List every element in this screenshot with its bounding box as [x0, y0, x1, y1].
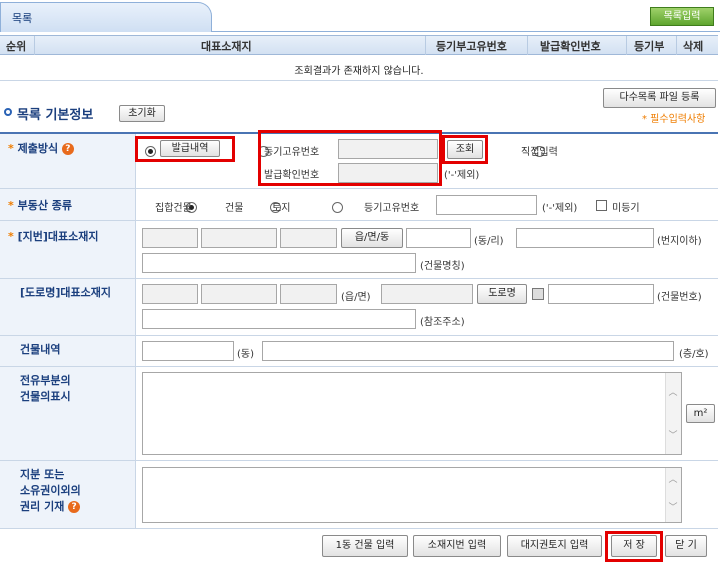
- square-meter-button[interactable]: m²: [686, 404, 715, 423]
- share-textarea[interactable]: [142, 467, 682, 523]
- scroll-down-icon[interactable]: ﹀: [665, 428, 681, 442]
- land-label: 토지: [272, 203, 291, 214]
- col-sep: [626, 36, 627, 55]
- reg-no-input[interactable]: [338, 139, 438, 159]
- help-icon[interactable]: ?: [68, 501, 81, 513]
- property-type-label: * 부동산 종류: [8, 199, 73, 212]
- issue-history-button[interactable]: 발급내역: [160, 140, 220, 157]
- required-note: * 필수입력사항: [642, 114, 706, 125]
- type-reg-no-label: 등기고유번호: [364, 203, 420, 214]
- reg-no-label: 등기고유번호: [264, 147, 320, 158]
- section-bullet-icon: [4, 108, 12, 116]
- lot-dongri-input[interactable]: [406, 228, 471, 248]
- road-sido-input[interactable]: [142, 284, 198, 304]
- issue-no-label: 발급확인번호: [264, 170, 320, 181]
- direct-input-label: 직접입력: [521, 147, 558, 158]
- close-button[interactable]: 닫 기: [665, 535, 707, 557]
- row-divider: [0, 278, 718, 279]
- row-divider: [0, 460, 718, 461]
- building-detail-label: 건물내역: [20, 343, 61, 356]
- scroll-up-icon[interactable]: ︿: [665, 472, 681, 486]
- bldgno-suffix: (건물번호): [657, 292, 702, 303]
- building-name-suffix: (건물명칭): [420, 261, 465, 272]
- road-name-button[interactable]: 도로명: [477, 284, 527, 304]
- lot-address-label: * [지번]대표소재지: [8, 230, 99, 243]
- col-reg-no: 등기부고유번호: [436, 40, 507, 53]
- dash-note: ('-'제외): [444, 170, 480, 181]
- empty-message: 조회결과가 존재하지 않습니다.: [294, 66, 424, 77]
- type-reg-no-input[interactable]: [436, 195, 537, 215]
- building-label: 건물: [225, 203, 244, 214]
- scroll-down-icon[interactable]: ﹀: [665, 500, 681, 514]
- lot-number-input[interactable]: [516, 228, 654, 248]
- col-rank: 순위: [6, 40, 27, 53]
- unregistered-label: 미등기: [612, 203, 640, 214]
- building-input-button[interactable]: 1동 건물 입력: [322, 535, 408, 557]
- share-label: 지분 또는 소유권이외의 권리 기재 ?: [20, 468, 81, 513]
- row-divider: [0, 366, 718, 367]
- radio-issue[interactable]: [145, 145, 156, 157]
- road-eup-input[interactable]: [280, 284, 337, 304]
- building-name-input[interactable]: [142, 253, 416, 273]
- road-address-label: [도로명]대표소재지: [20, 286, 112, 299]
- checkbox-icon[interactable]: [596, 200, 607, 211]
- tab-divider: [211, 31, 720, 32]
- reset-button[interactable]: 초기화: [119, 105, 165, 122]
- tab-list-label: 목록: [12, 12, 33, 25]
- type-dash-note: ('-'제외): [542, 203, 578, 214]
- building-number-input[interactable]: [548, 284, 654, 304]
- reference-address-input[interactable]: [142, 309, 416, 329]
- eupmyeon-suffix: (읍/면): [341, 292, 371, 303]
- collective-building-label: 집합건물: [155, 203, 192, 214]
- lot-input-button[interactable]: 소재지번 입력: [413, 535, 501, 557]
- ref-suffix: (참조주소): [420, 317, 465, 328]
- save-button[interactable]: 저 장: [611, 535, 657, 557]
- road-sigungu-input[interactable]: [201, 284, 277, 304]
- floor-unit-input[interactable]: [262, 341, 674, 361]
- row-divider: [0, 335, 718, 336]
- dongri-suffix: (동/리): [474, 236, 504, 247]
- row-divider: [0, 220, 718, 221]
- col-address: 대표소재지: [201, 40, 252, 53]
- floor-suffix: (층/호): [679, 349, 709, 360]
- lot-sigungu-input[interactable]: [201, 228, 277, 248]
- scroll-up-icon[interactable]: ︿: [665, 385, 681, 399]
- lot-eup-input[interactable]: [280, 228, 337, 248]
- underground-toggle-icon[interactable]: [532, 288, 544, 300]
- road-name-input[interactable]: [381, 284, 473, 304]
- multi-upload-button[interactable]: 다수목록 파일 등록: [603, 88, 716, 108]
- radio-land[interactable]: [331, 201, 343, 213]
- exclusive-part-textarea[interactable]: [142, 372, 682, 455]
- row-divider: [0, 188, 718, 189]
- list-register-button[interactable]: 목록입력: [650, 7, 714, 26]
- submit-method-label: * 제출방식 ?: [8, 140, 74, 156]
- lookup-button[interactable]: 조회: [447, 140, 483, 159]
- exclusive-part-label: 전유부분의 건물의표시: [20, 374, 71, 403]
- land-right-input-button[interactable]: 대지권토지 입력: [507, 535, 602, 557]
- col-sep: [425, 36, 426, 55]
- col-sep: [527, 36, 528, 55]
- lotno-suffix: (번지이하): [657, 236, 702, 247]
- list-header: [0, 35, 718, 55]
- col-register: 등기부: [634, 40, 665, 53]
- section-title: 목록 기본정보: [17, 108, 94, 123]
- row-divider: [0, 528, 718, 529]
- col-sep: [676, 36, 677, 55]
- dong-suffix: (동): [237, 349, 255, 360]
- building-dong-input[interactable]: [142, 341, 234, 361]
- col-sep: [34, 36, 35, 55]
- col-delete: 삭제: [683, 40, 704, 53]
- col-issue-no: 발급확인번호: [540, 40, 601, 53]
- help-icon[interactable]: ?: [61, 143, 74, 155]
- lot-lookup-button[interactable]: 읍/면/동: [341, 228, 403, 248]
- lot-sido-input[interactable]: [142, 228, 198, 248]
- issue-no-input[interactable]: [338, 163, 438, 183]
